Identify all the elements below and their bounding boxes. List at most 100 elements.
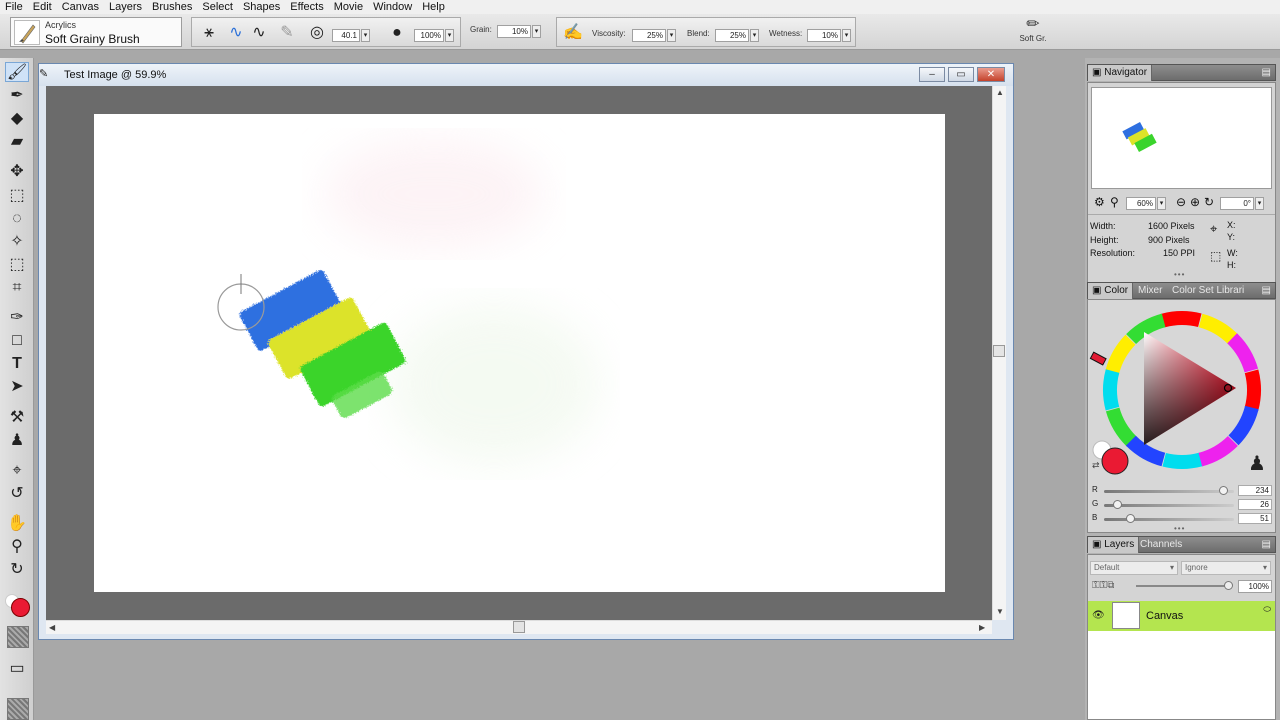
clone-color-icon[interactable]: ♟ <box>1248 451 1266 475</box>
grain-dropdown[interactable]: ▾ <box>532 25 541 38</box>
rectangle-shape-tool-icon[interactable]: □ <box>5 331 29 351</box>
tab-navigator[interactable]: ▣ Navigator <box>1088 65 1153 81</box>
panel-menu-icon[interactable]: ▤ <box>1262 67 1271 78</box>
rotation-field[interactable]: 0° <box>1220 197 1254 210</box>
opacity-field[interactable]: 100% <box>414 29 444 42</box>
dry-brush-icon[interactable]: ✍ <box>562 22 584 44</box>
lasso-tool-icon[interactable]: ◌ <box>5 209 29 229</box>
menu-movie[interactable]: Movie <box>329 0 368 14</box>
panel-resize-grip[interactable]: ••• <box>1174 270 1185 279</box>
panel-menu-icon[interactable]: ▤ <box>1262 539 1271 550</box>
freehand-stroke-icon[interactable]: ∿ <box>225 22 247 44</box>
vertical-scrollbar[interactable]: ▲ ▼ <box>992 86 1006 620</box>
magnifier-tool-icon[interactable]: ⚲ <box>5 537 29 557</box>
tab-color-set-libraries[interactable]: Color Set Librari <box>1168 283 1248 299</box>
maximize-button[interactable]: ▭ <box>948 67 974 82</box>
layer-lock-icons[interactable]: ⚿⚿⧉ <box>1092 580 1114 591</box>
stroke-type-icon[interactable]: ⚹ <box>198 22 220 44</box>
selection-adjuster-tool-icon[interactable]: ⬚ <box>5 255 29 275</box>
scroll-down-icon[interactable]: ▼ <box>996 607 1004 616</box>
red-knob[interactable] <box>1219 486 1229 495</box>
drawing-canvas[interactable] <box>94 114 945 592</box>
zoom-out-icon[interactable]: ⊖ <box>1176 195 1186 209</box>
size-field[interactable]: 40.1 <box>332 29 360 42</box>
blue-value[interactable]: 51 <box>1238 513 1272 524</box>
composite-depth-select[interactable]: Ignore ▾ <box>1181 561 1271 575</box>
zoom-field[interactable]: 60% <box>1126 197 1156 210</box>
tab-mixer[interactable]: Mixer <box>1134 283 1166 299</box>
menu-layers[interactable]: Layers <box>104 0 147 14</box>
crop-tool-icon[interactable]: ⌗ <box>5 278 29 298</box>
menu-window[interactable]: Window <box>368 0 417 14</box>
dropper-tool-icon[interactable]: ✒ <box>5 86 29 106</box>
size-dropdown[interactable]: ▾ <box>361 29 370 42</box>
menu-shapes[interactable]: Shapes <box>238 0 285 14</box>
document-titlebar[interactable]: ✎ Test Image @ 59.9% – ▭ ✕ <box>39 64 1013 86</box>
viscosity-dropdown[interactable]: ▾ <box>667 29 676 42</box>
scroll-up-icon[interactable]: ▲ <box>996 88 1004 97</box>
mirror-tool-icon[interactable]: ↺ <box>5 484 29 504</box>
panel-resize-grip[interactable]: ••• <box>1174 524 1185 533</box>
straight-line-stroke-icon[interactable]: ∿ <box>248 22 270 44</box>
red-track[interactable] <box>1104 490 1234 493</box>
cloner-tool-icon[interactable]: ⚒ <box>5 408 29 428</box>
layer-row-canvas[interactable]: 👁 Canvas ⬭ <box>1088 601 1275 631</box>
blend-dropdown[interactable]: ▾ <box>750 29 759 42</box>
zoom-dropdown[interactable]: ▾ <box>1157 197 1166 210</box>
media-selector-icon[interactable]: ▭ <box>5 659 29 679</box>
tab-layers[interactable]: ▣ Layers <box>1088 537 1140 553</box>
tab-color[interactable]: ▣ Color <box>1088 283 1134 299</box>
navigator-preview[interactable] <box>1091 87 1272 189</box>
layer-opacity-track[interactable] <box>1136 585 1228 587</box>
paint-bucket-tool-icon[interactable]: ◆ <box>5 109 29 129</box>
composite-method-select[interactable]: Default ▾ <box>1090 561 1178 575</box>
pen-tool-icon[interactable]: ✑ <box>5 308 29 328</box>
minimize-button[interactable]: – <box>919 67 945 82</box>
green-value[interactable]: 26 <box>1238 499 1272 510</box>
scroll-right-icon[interactable]: ▶ <box>979 623 985 632</box>
menu-file[interactable]: File <box>0 0 28 14</box>
horizontal-scrollbar[interactable]: ◀ ▶ <box>46 620 992 634</box>
viscosity-field[interactable]: 25% <box>632 29 666 42</box>
menu-canvas[interactable]: Canvas <box>57 0 104 14</box>
main-color-swatch[interactable] <box>11 598 30 617</box>
zoom-in-icon[interactable]: ⊕ <box>1190 195 1200 209</box>
green-knob[interactable] <box>1113 500 1123 509</box>
brush-ghost-icon[interactable]: ✎ <box>276 22 298 44</box>
rubber-stamp-tool-icon[interactable]: ♟ <box>5 431 29 451</box>
eraser-tool-icon[interactable]: ▰ <box>5 132 29 152</box>
hue-marker[interactable] <box>1089 351 1107 366</box>
layer-opacity-field[interactable]: 100% <box>1238 580 1272 593</box>
layer-opacity-knob[interactable] <box>1224 581 1233 590</box>
close-button[interactable]: ✕ <box>977 67 1005 82</box>
panel-menu-icon[interactable]: ▤ <box>1262 285 1271 296</box>
rotate-page-tool-icon[interactable]: ↻ <box>5 560 29 580</box>
vertical-scroll-thumb[interactable] <box>993 345 1005 357</box>
paper-selector-icon[interactable] <box>7 626 29 648</box>
blend-field[interactable]: 25% <box>715 29 749 42</box>
menu-select[interactable]: Select <box>197 0 238 14</box>
blue-knob[interactable] <box>1126 514 1135 523</box>
menu-help[interactable]: Help <box>417 0 450 14</box>
navigator-settings-icon[interactable]: ⚙ <box>1094 195 1105 209</box>
horizontal-scroll-thumb[interactable] <box>513 621 525 633</box>
menu-edit[interactable]: Edit <box>28 0 57 14</box>
divine-proportion-tool-icon[interactable]: ⌖ <box>5 461 29 481</box>
blue-track[interactable] <box>1104 518 1234 521</box>
shape-selection-tool-icon[interactable]: ➤ <box>5 377 29 397</box>
grabber-tool-icon[interactable]: ✋ <box>5 514 29 534</box>
layer-adjuster-tool-icon[interactable]: ✥ <box>5 162 29 182</box>
menu-brushes[interactable]: Brushes <box>147 0 197 14</box>
brush-tool-icon[interactable]: 🖌 <box>5 62 29 82</box>
red-slider[interactable]: R 234 <box>1092 485 1272 497</box>
grain-field[interactable]: 10% <box>497 25 531 38</box>
text-tool-icon[interactable]: T <box>5 354 29 374</box>
pattern-selector-icon[interactable] <box>7 698 29 720</box>
rotation-dropdown[interactable]: ▾ <box>1255 197 1264 210</box>
layer-visibility-icon[interactable]: ⬭ <box>1263 604 1271 615</box>
opacity-dropdown[interactable]: ▾ <box>445 29 454 42</box>
wetness-field[interactable]: 10% <box>807 29 841 42</box>
wetness-dropdown[interactable]: ▾ <box>842 29 851 42</box>
eye-icon[interactable]: 👁 <box>1092 610 1105 621</box>
color-wheel[interactable]: ⇄ ♟ <box>1088 300 1277 482</box>
